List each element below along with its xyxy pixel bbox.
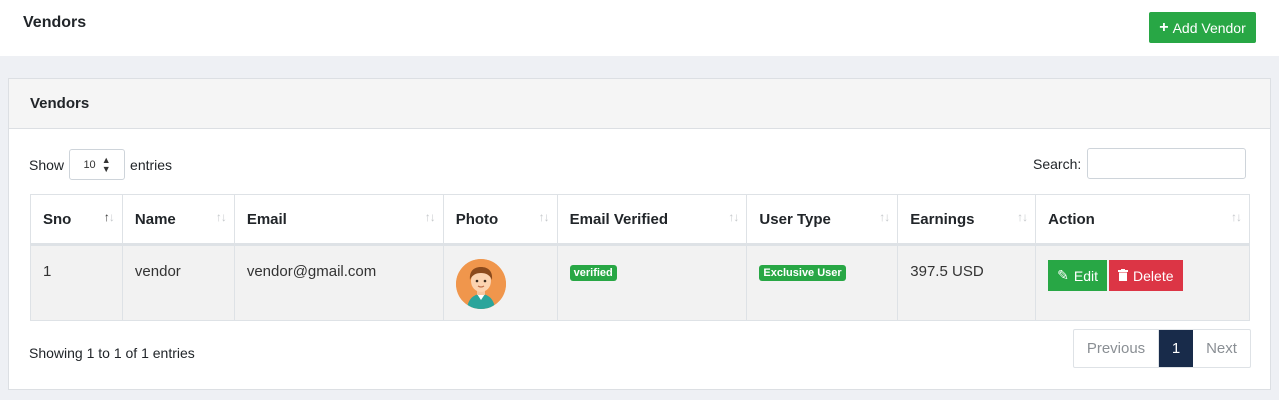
user-type-badge: Exclusive User [759, 265, 846, 281]
next-page-button[interactable]: Next [1193, 330, 1250, 367]
add-vendor-button[interactable]: + Add Vendor [1149, 12, 1256, 43]
verified-badge: verified [569, 265, 617, 281]
sort-icon: ↑↓ [215, 210, 227, 224]
column-header-action[interactable]: Action ↑↓ [1035, 194, 1250, 246]
sort-icon: ↑↓ [879, 210, 890, 224]
edit-button[interactable]: ✎ Edit [1048, 260, 1108, 291]
top-bar: Vendors + Add Vendor [0, 0, 1279, 56]
column-header-name[interactable]: Name ↑↓ [121, 194, 235, 246]
cell-sno: 1 [30, 244, 123, 321]
sort-ascending-icon: ↑↓ [103, 210, 115, 224]
page-1-button[interactable]: 1 [1159, 330, 1193, 367]
page-title: Vendors [23, 14, 87, 31]
entries-label: entries [130, 156, 173, 173]
search-label: Search: [1033, 155, 1082, 172]
sort-icon: ↑↓ [1231, 210, 1242, 224]
sort-icon: ↑↓ [728, 210, 739, 224]
card-title: Vendors [30, 95, 90, 112]
avatar-icon [455, 259, 506, 309]
previous-page-button[interactable]: Previous [1074, 330, 1159, 367]
sort-icon: ↑↓ [538, 210, 550, 224]
card-header: Vendors [9, 79, 1270, 129]
cell-action: ✎ Edit Delete [1035, 244, 1250, 321]
sort-icon: ↑↓ [424, 210, 436, 224]
column-header-photo[interactable]: Photo ↑↓ [442, 194, 558, 246]
trash-icon [1118, 268, 1129, 284]
cell-photo [442, 244, 558, 321]
pagination: Previous 1 Next [1073, 329, 1251, 368]
table-row: 1 vendor vendor@gmail.com verified Exclu… [30, 244, 1250, 321]
vendors-card: Vendors Show 10 ▲ ▼ entries Search: Sno ↑… [8, 78, 1271, 390]
plus-icon: + [1159, 18, 1169, 36]
show-label: Show [29, 156, 65, 173]
sort-arrows-icon: ▲ ▼ [101, 154, 111, 174]
vendors-table: Sno ↑↓ Name ↑↓ Email ↑↓ Photo ↑↓ Email V… [30, 194, 1250, 321]
column-header-sno[interactable]: Sno ↑↓ [30, 194, 123, 246]
table-info: Showing 1 to 1 of 1 entries [29, 345, 195, 361]
add-vendor-label: Add Vendor [1172, 19, 1246, 36]
cell-email-verified: verified [556, 244, 748, 321]
edit-icon: ✎ [1057, 267, 1069, 283]
cell-name: vendor [121, 244, 235, 321]
sort-icon: ↑↓ [1017, 210, 1028, 224]
column-header-user-type[interactable]: User Type ↑↓ [746, 194, 899, 246]
cell-email: vendor@gmail.com [233, 244, 444, 321]
column-header-email[interactable]: Email ↑↓ [233, 194, 444, 246]
column-header-earnings[interactable]: Earnings ↑↓ [897, 194, 1037, 246]
search-control: Search: [1033, 148, 1247, 179]
delete-button[interactable]: Delete [1109, 260, 1183, 291]
page-length-control: Show 10 ▲ ▼ entries [29, 149, 172, 180]
cell-user-type: Exclusive User [746, 244, 899, 321]
table-header-row: Sno ↑↓ Name ↑↓ Email ↑↓ Photo ↑↓ Email V… [30, 194, 1250, 246]
page-length-value: 10 [83, 158, 96, 171]
column-header-email-verified[interactable]: Email Verified ↑↓ [556, 194, 748, 246]
page-length-select[interactable]: 10 ▲ ▼ [69, 149, 126, 180]
cell-earnings: 397.5 USD [897, 244, 1037, 321]
search-input[interactable] [1087, 148, 1247, 179]
